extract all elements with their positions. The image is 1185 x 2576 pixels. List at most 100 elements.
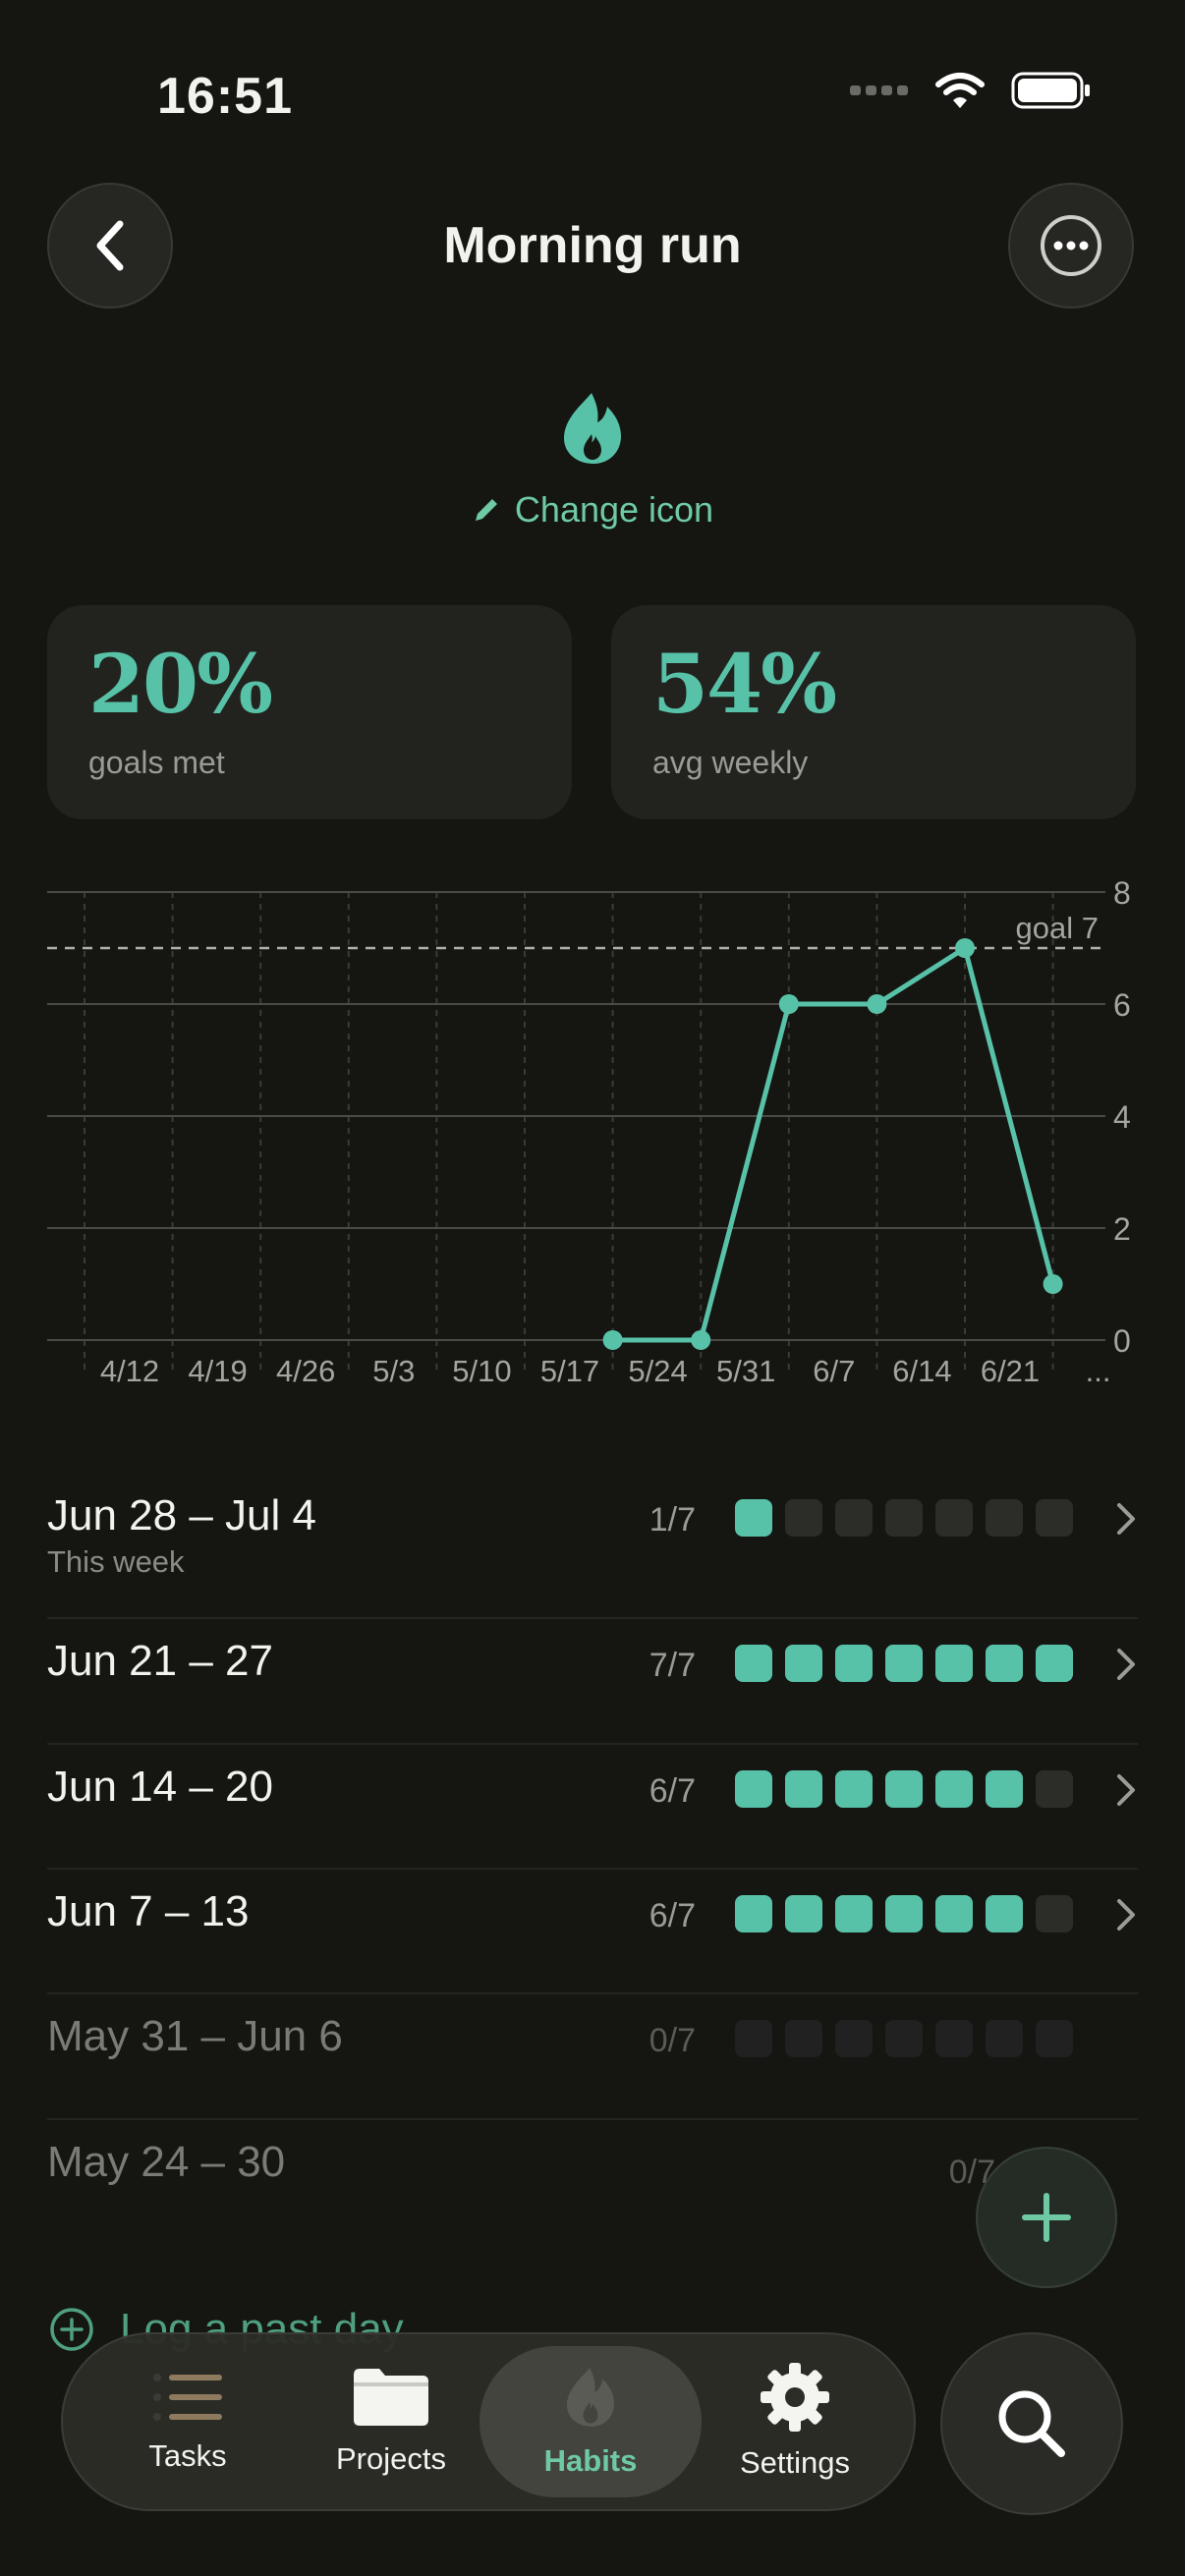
tab-tasks[interactable]: Tasks — [110, 2334, 265, 2509]
day-indicator — [935, 2020, 973, 2057]
goals-met-card: 20% goals met — [47, 605, 572, 819]
flame-icon — [566, 2368, 615, 2427]
plus-circle-icon — [50, 2308, 93, 2351]
tab-tasks-label: Tasks — [148, 2438, 227, 2473]
day-indicator — [885, 1645, 923, 1682]
chart-xtick-label: 6/14 — [892, 1354, 951, 1388]
week-range-label: Jun 7 – 13 — [47, 1887, 250, 1935]
goals-met-label: goals met — [88, 745, 225, 780]
search-button[interactable] — [940, 2332, 1123, 2515]
day-indicator — [1036, 1645, 1073, 1682]
change-icon-button[interactable]: Change icon — [0, 489, 1185, 531]
day-indicator — [735, 2020, 772, 2057]
chart-point — [691, 1330, 711, 1350]
day-indicator — [835, 1499, 873, 1537]
day-indicator — [986, 1770, 1023, 1808]
day-indicator — [986, 2020, 1023, 2057]
folder-icon — [354, 2369, 428, 2426]
change-icon-label: Change icon — [514, 489, 714, 530]
chart-ytick-label: 6 — [1113, 987, 1131, 1023]
add-entry-button[interactable] — [976, 2147, 1117, 2288]
tab-settings-label: Settings — [739, 2445, 850, 2480]
day-indicator — [735, 1645, 772, 1682]
week-range-label: Jun 28 – Jul 4 — [47, 1491, 316, 1540]
status-time: 16:51 — [157, 68, 293, 125]
day-indicator — [885, 1770, 923, 1808]
pencil-icon — [475, 499, 497, 521]
chart-point — [867, 994, 887, 1014]
chart-xtick-label: 6/21 — [981, 1354, 1040, 1388]
day-indicator — [785, 1770, 822, 1808]
chart-xtick-label: 6/7 — [813, 1354, 855, 1388]
chart-ytick-label: 0 — [1113, 1323, 1131, 1359]
day-indicator — [785, 1499, 822, 1537]
chart-xtick-label: 5/17 — [540, 1354, 599, 1388]
week-row: May 31 – Jun 6 0/7 — [47, 1994, 1138, 2073]
week-row[interactable]: Jun 28 – Jul 4 This week 1/7 — [47, 1474, 1138, 1582]
day-indicator — [835, 1895, 873, 1932]
day-indicator — [785, 2020, 822, 2057]
chart-goal-label: goal 7 — [1016, 911, 1099, 945]
day-indicator — [935, 1645, 973, 1682]
day-indicator — [1036, 2020, 1073, 2057]
day-indicator — [735, 1895, 772, 1932]
week-sub-label: This week — [47, 1544, 185, 1579]
chart-ytick-label: 4 — [1113, 1099, 1131, 1135]
habit-flame-icon[interactable] — [558, 391, 627, 466]
chart-point — [602, 1330, 623, 1350]
day-indicator — [935, 1770, 973, 1808]
week-range-label: Jun 21 – 27 — [47, 1637, 273, 1685]
chart-xtick-label: 5/24 — [628, 1354, 687, 1388]
chevron-right-icon — [1117, 1503, 1135, 1535]
chart-xtick-label: 5/31 — [716, 1354, 775, 1388]
day-indicator — [735, 1770, 772, 1808]
chart-xtick-label: 4/19 — [188, 1354, 247, 1388]
tab-bar: Tasks Projects Habits Settings — [61, 2332, 916, 2511]
status-icons — [850, 71, 1092, 110]
search-icon — [998, 2390, 1065, 2457]
day-indicator — [885, 1499, 923, 1537]
tab-projects[interactable]: Projects — [313, 2334, 469, 2509]
chart-xtick-label: 4/26 — [276, 1354, 335, 1388]
week-row[interactable]: Jun 14 – 20 6/7 — [47, 1745, 1138, 1823]
chart-point — [955, 938, 975, 958]
week-range-label: May 31 – Jun 6 — [47, 2012, 343, 2060]
battery-icon — [1011, 72, 1090, 109]
gear-icon — [761, 2363, 829, 2432]
week-row[interactable]: Jun 21 – 27 7/7 — [47, 1619, 1138, 1698]
chart-point — [1043, 1274, 1063, 1294]
day-indicator — [735, 1499, 772, 1537]
wifi-icon — [935, 73, 985, 108]
day-indicator — [935, 1895, 973, 1932]
day-indicator — [1036, 1770, 1073, 1808]
week-count: 1/7 — [649, 1501, 696, 1539]
week-count: 0/7 — [649, 2022, 696, 2059]
day-indicator — [785, 1895, 822, 1932]
chart-ytick-label: 2 — [1113, 1211, 1131, 1247]
tab-habits[interactable]: Habits — [480, 2346, 702, 2497]
week-count: 7/7 — [649, 1647, 696, 1684]
plus-icon — [1022, 2193, 1071, 2242]
list-icon — [153, 2374, 222, 2421]
week-count: 6/7 — [649, 1772, 696, 1810]
tab-settings[interactable]: Settings — [717, 2334, 873, 2509]
day-indicator — [835, 1645, 873, 1682]
week-range-label: May 24 – 30 — [47, 2138, 286, 2186]
ellipsis-circle-icon — [1041, 215, 1101, 276]
avg-weekly-card: 54% avg weekly — [611, 605, 1136, 819]
chart-ytick-label: 8 — [1113, 875, 1131, 911]
day-indicator — [885, 1895, 923, 1932]
tab-projects-label: Projects — [336, 2441, 446, 2476]
week-row[interactable]: Jun 7 – 13 6/7 — [47, 1870, 1138, 1948]
avg-weekly-label: avg weekly — [652, 745, 809, 780]
chart-xtick-label: 5/3 — [372, 1354, 415, 1388]
more-options-button[interactable] — [1008, 183, 1134, 308]
day-indicator — [986, 1499, 1023, 1537]
chart-xtick-label: 4/12 — [100, 1354, 159, 1388]
week-count: 6/7 — [649, 1897, 696, 1934]
day-indicator — [835, 1770, 873, 1808]
tab-habits-label: Habits — [543, 2443, 638, 2478]
chevron-right-icon — [1117, 1774, 1135, 1806]
weekly-progress-chart: 0 2 4 6 8 goal 7 4/12 4/19 4/26 5/3 5/10 5/17 5/24 5/… — [47, 875, 1131, 1388]
day-indicator — [1036, 1499, 1073, 1537]
